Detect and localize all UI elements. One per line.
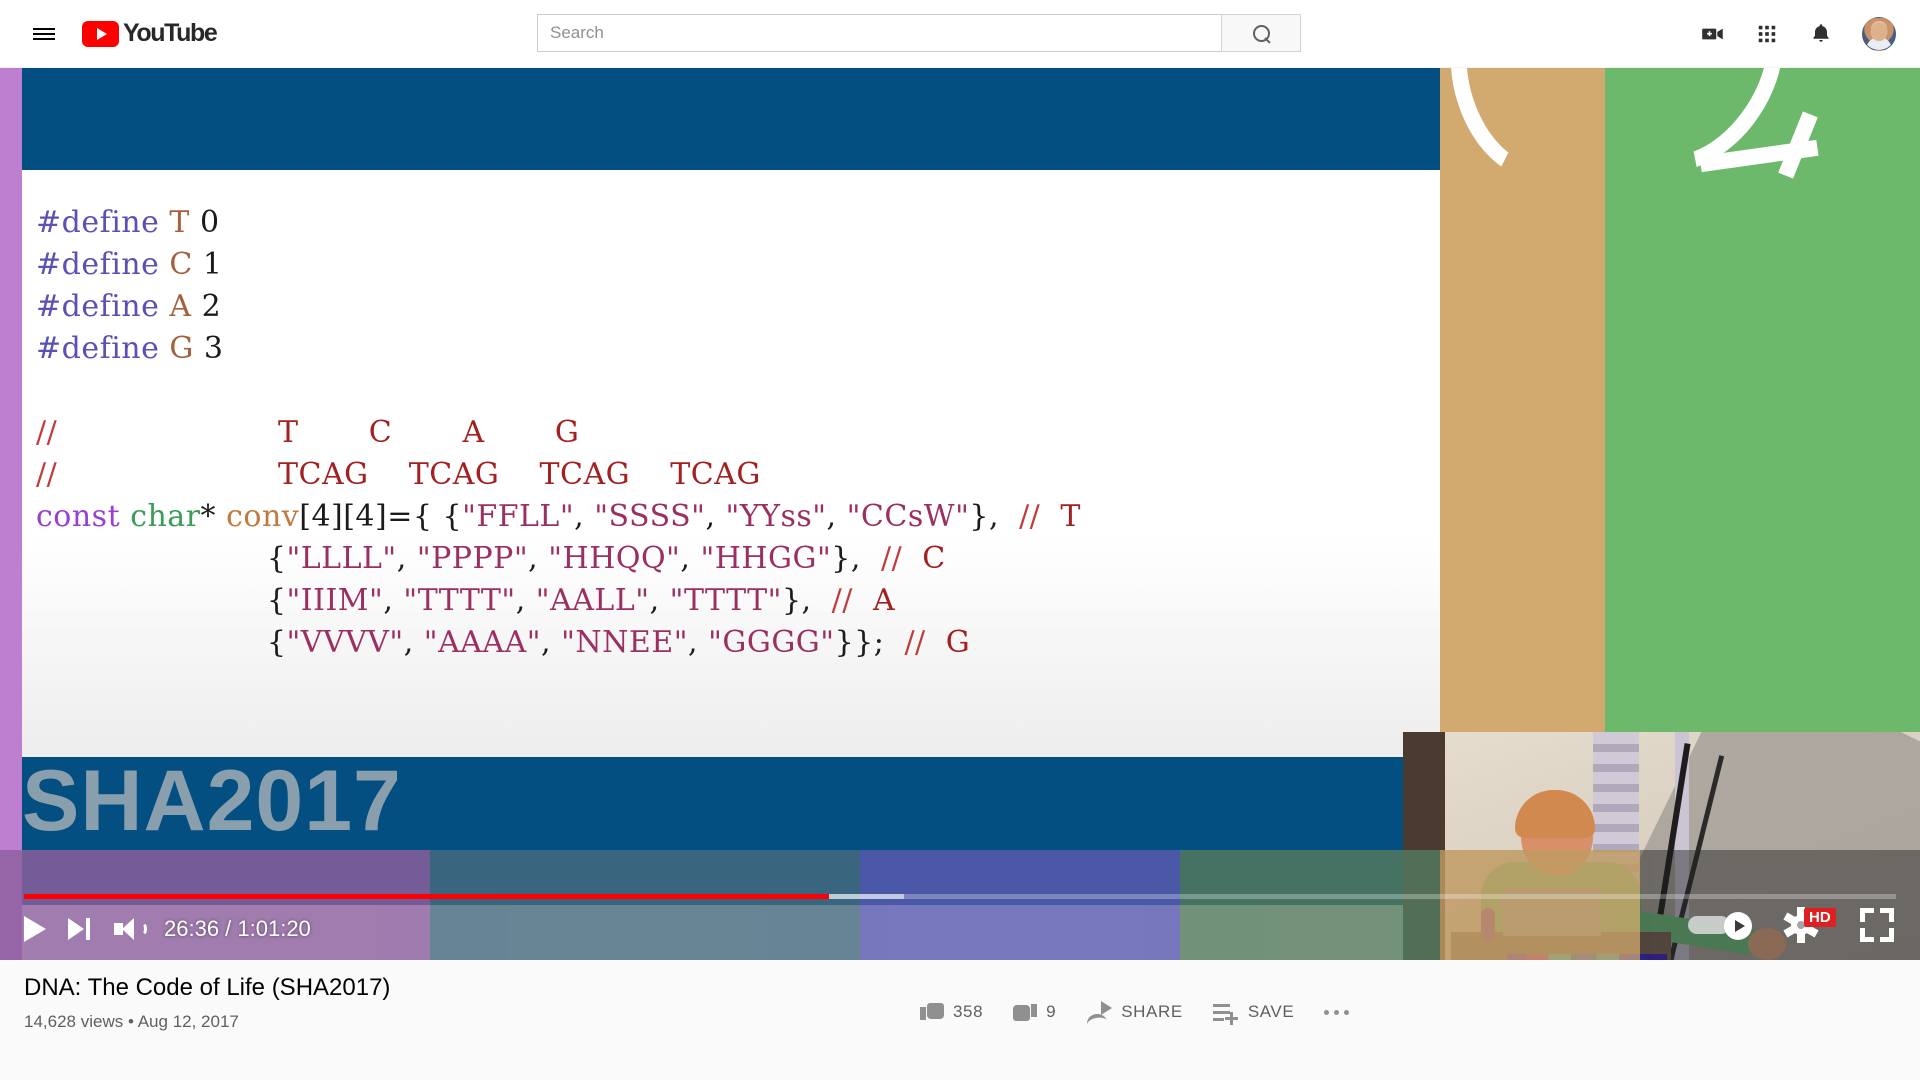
search-button[interactable] xyxy=(1221,14,1301,52)
play-icon xyxy=(24,916,46,942)
more-actions-button[interactable] xyxy=(1324,1009,1350,1015)
save-playlist-icon xyxy=(1212,1001,1239,1025)
avatar[interactable] xyxy=(1862,17,1896,51)
guide-menu-button[interactable] xyxy=(20,10,68,58)
autoplay-toggle[interactable] xyxy=(1688,912,1752,940)
bell-icon[interactable] xyxy=(1808,21,1834,47)
slide-left-strip xyxy=(0,52,22,960)
share-button[interactable]: SHARE xyxy=(1086,1001,1183,1023)
slide-watermark: SHA2017 xyxy=(22,753,402,849)
progress-played xyxy=(24,894,829,899)
share-icon xyxy=(1086,1001,1113,1023)
dislike-button[interactable]: 9 xyxy=(1013,1000,1056,1024)
player-right-controls: HD xyxy=(1688,907,1894,943)
search-box[interactable] xyxy=(537,14,1221,52)
video-add-icon[interactable] xyxy=(1700,21,1726,47)
youtube-play-icon xyxy=(82,20,119,47)
header-actions xyxy=(1700,0,1896,68)
play-button[interactable] xyxy=(24,916,46,942)
volume-icon xyxy=(114,918,147,940)
next-icon xyxy=(68,918,92,940)
time-display: 26:36 / 1:01:20 xyxy=(164,916,311,941)
search-input[interactable] xyxy=(550,23,1213,43)
upload-date: Aug 12, 2017 xyxy=(137,1012,239,1031)
quality-badge: HD xyxy=(1804,908,1836,927)
player-controls[interactable]: 26:36 / 1:01:20 HD xyxy=(0,850,1920,960)
thumbs-up-icon xyxy=(920,1000,944,1024)
settings-button[interactable]: HD xyxy=(1783,907,1836,943)
apps-grid-icon[interactable] xyxy=(1754,21,1780,47)
autoplay-knob xyxy=(1724,912,1752,940)
video-info-section: DNA: The Code of Life (SHA2017) 14,628 v… xyxy=(0,960,1920,1080)
video-player[interactable]: #define T 0 #define C 1 #define A 2 #def… xyxy=(0,52,1920,960)
thumbs-down-icon xyxy=(1013,1000,1038,1024)
like-button[interactable]: 358 xyxy=(920,1000,983,1024)
control-gradient-strip xyxy=(0,850,1920,960)
like-count: 358 xyxy=(953,1002,984,1021)
search-icon xyxy=(1252,24,1270,42)
youtube-logo-text: YouTube xyxy=(123,19,218,47)
slide-code-area: #define T 0 #define C 1 #define A 2 #def… xyxy=(22,170,1440,757)
source-code-block: #define T 0 #define C 1 #define A 2 #def… xyxy=(36,205,1081,660)
slide-top-band xyxy=(22,52,1440,170)
dislike-count: 9 xyxy=(1046,1002,1057,1021)
video-actions: 358 9 SHARE SAVE xyxy=(920,1000,1350,1025)
player-left-controls: 26:36 / 1:01:20 xyxy=(24,916,311,942)
save-label: SAVE xyxy=(1247,1002,1295,1021)
meta-separator: • xyxy=(127,1012,134,1031)
view-count: 14,628 views xyxy=(24,1012,124,1031)
volume-button[interactable] xyxy=(114,918,147,940)
minimize-button[interactable] xyxy=(1860,908,1894,942)
video-title: DNA: The Code of Life (SHA2017) xyxy=(24,974,391,1001)
search-area xyxy=(537,14,1301,52)
next-video-button[interactable] xyxy=(68,918,92,940)
share-label: SHARE xyxy=(1121,1002,1183,1021)
youtube-logo[interactable]: YouTube xyxy=(82,19,218,48)
youtube-masthead: YouTube xyxy=(0,0,1920,68)
progress-bar-track[interactable] xyxy=(24,894,1896,899)
save-button[interactable]: SAVE xyxy=(1212,1001,1295,1025)
